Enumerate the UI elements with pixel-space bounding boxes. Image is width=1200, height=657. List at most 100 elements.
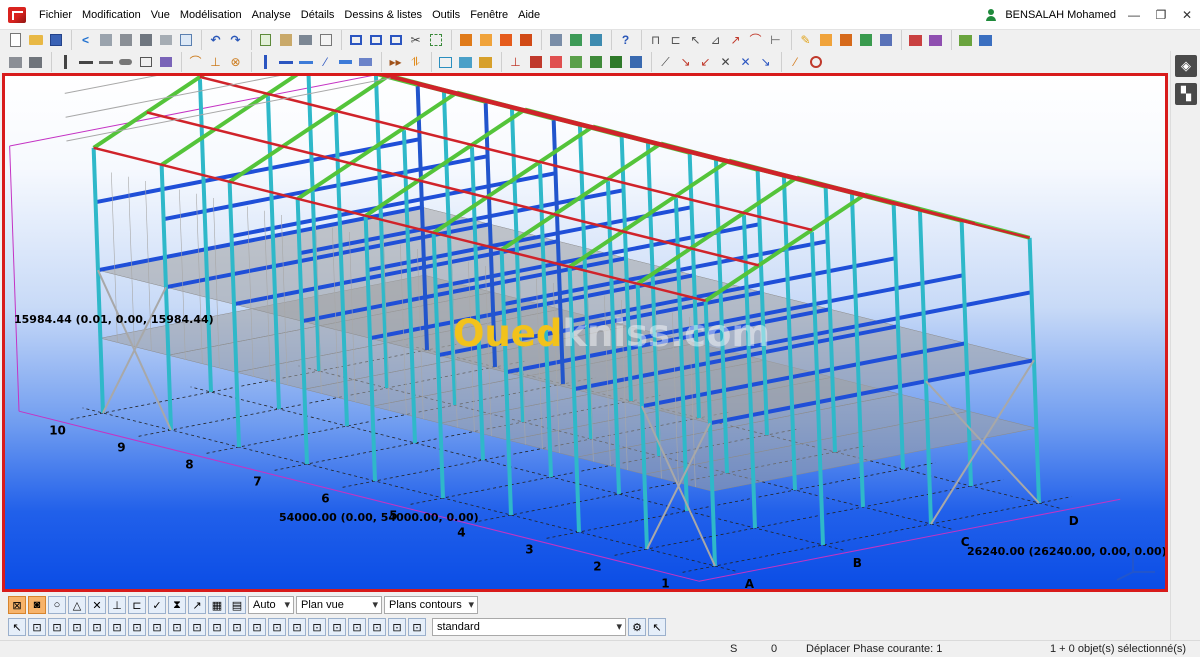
snap-line-icon[interactable]: ⊏ xyxy=(128,596,146,614)
snap7-icon[interactable]: ⊢ xyxy=(766,31,785,50)
snap-plane-icon[interactable]: ▦ xyxy=(208,596,226,614)
concrete-column-icon[interactable] xyxy=(256,53,275,72)
select-filter-icon[interactable] xyxy=(6,53,25,72)
snap-perp-icon[interactable]: ⊥ xyxy=(108,596,126,614)
point4-icon[interactable]: ✕ xyxy=(716,53,735,72)
curved-beam-icon[interactable] xyxy=(116,53,135,72)
component7-icon[interactable] xyxy=(626,53,645,72)
paste-icon[interactable] xyxy=(276,31,295,50)
pointer-icon[interactable]: ↖ xyxy=(648,618,666,636)
snap5-icon[interactable]: ↗ xyxy=(726,31,745,50)
select-3-icon[interactable]: ⊡ xyxy=(68,618,86,636)
select-part-icon[interactable]: ⊡ xyxy=(28,618,46,636)
view-frame-icon[interactable] xyxy=(346,31,365,50)
select-17-icon[interactable]: ⊡ xyxy=(348,618,366,636)
share-icon[interactable]: < xyxy=(76,31,95,50)
component-icon[interactable] xyxy=(156,31,175,50)
snap4-icon[interactable]: ⊿ xyxy=(706,31,725,50)
select-12-icon[interactable]: ⊡ xyxy=(248,618,266,636)
select-14-icon[interactable]: ⊡ xyxy=(288,618,306,636)
component2-icon[interactable] xyxy=(526,53,545,72)
menu-vue[interactable]: Vue xyxy=(146,0,175,30)
model-viewport[interactable]: 1 2 3 4 5 6 7 8 9 10 A B C D Ouedkniss.com 15984.44 (… xyxy=(2,73,1168,592)
poly-beam-icon[interactable] xyxy=(96,53,115,72)
snap-cross-icon[interactable]: ✕ xyxy=(88,596,106,614)
snap-circle-icon[interactable]: ○ xyxy=(48,596,66,614)
select-filter2-icon[interactable] xyxy=(26,53,45,72)
select-5-icon[interactable]: ⊡ xyxy=(108,618,126,636)
drawing3-icon[interactable] xyxy=(496,31,515,50)
pencil-icon[interactable]: ⁄ xyxy=(786,53,805,72)
phase-icon[interactable] xyxy=(856,31,875,50)
select-7-icon[interactable]: ⊡ xyxy=(148,618,166,636)
measure-icon[interactable]: ✎ xyxy=(796,31,815,50)
catalog-icon[interactable] xyxy=(176,31,195,50)
select-8-icon[interactable]: ⊡ xyxy=(168,618,186,636)
select-6-icon[interactable]: ⊡ xyxy=(128,618,146,636)
minimize-button[interactable]: — xyxy=(1122,0,1146,30)
menu-outils[interactable]: Outils xyxy=(427,0,465,30)
snap1-icon[interactable]: ⊓ xyxy=(646,31,665,50)
plate2-icon[interactable] xyxy=(156,53,175,72)
cube-icon[interactable] xyxy=(96,31,115,50)
weld-icon[interactable]: ⊥ xyxy=(206,53,225,72)
snap3-icon[interactable]: ↖ xyxy=(686,31,705,50)
concrete-poly-icon[interactable] xyxy=(296,53,315,72)
select-9-icon[interactable]: ⊡ xyxy=(188,618,206,636)
filter-settings-icon[interactable]: ⚙ xyxy=(628,618,646,636)
snap-arrow-icon[interactable]: ↗ xyxy=(188,596,206,614)
concrete-beam-icon[interactable] xyxy=(276,53,295,72)
numbering-icon[interactable] xyxy=(566,31,585,50)
cut-icon[interactable]: ✂ xyxy=(406,31,425,50)
snap-grid-icon[interactable]: ▤ xyxy=(228,596,246,614)
properties-icon[interactable] xyxy=(316,31,335,50)
view-frame2-icon[interactable] xyxy=(366,31,385,50)
component3-icon[interactable] xyxy=(546,53,565,72)
view-plane-select[interactable]: Plan vue xyxy=(296,596,382,614)
select-16-icon[interactable]: ⊡ xyxy=(328,618,346,636)
concrete-curved-icon[interactable]: ⁄ xyxy=(316,53,335,72)
select-15-icon[interactable]: ⊡ xyxy=(308,618,326,636)
print-icon[interactable] xyxy=(296,31,315,50)
select-19-icon[interactable]: ⊡ xyxy=(388,618,406,636)
grid3-icon[interactable] xyxy=(476,53,495,72)
view-frame3-icon[interactable] xyxy=(386,31,405,50)
help-icon[interactable]: ? xyxy=(616,31,635,50)
beam-icon[interactable] xyxy=(76,53,95,72)
component1-icon[interactable]: ⊥ xyxy=(506,53,525,72)
menu-aide[interactable]: Aide xyxy=(513,0,545,30)
select-4-icon[interactable]: ⊡ xyxy=(88,618,106,636)
component4-icon[interactable] xyxy=(566,53,585,72)
select-11-icon[interactable]: ⊡ xyxy=(228,618,246,636)
user-area[interactable]: BENSALAH Mohamed xyxy=(985,0,1116,30)
menu-fenetre[interactable]: Fenêtre xyxy=(465,0,513,30)
grid2-icon[interactable] xyxy=(456,53,475,72)
restore-button[interactable]: ❐ xyxy=(1149,0,1173,30)
select-2-icon[interactable]: ⊡ xyxy=(48,618,66,636)
contours-select[interactable]: Plans contours xyxy=(384,596,478,614)
snap-triangle-icon[interactable]: △ xyxy=(68,596,86,614)
snap-check-icon[interactable]: ✓ xyxy=(148,596,166,614)
point3-icon[interactable]: ↙ xyxy=(696,53,715,72)
select-all-icon[interactable]: ↖ xyxy=(8,618,26,636)
menu-fichier[interactable]: Fichier xyxy=(34,0,77,30)
layers2-icon[interactable] xyxy=(836,31,855,50)
auto-select[interactable]: Auto xyxy=(248,596,294,614)
snap6-icon[interactable]: ⌒ xyxy=(746,31,765,50)
analysis-icon[interactable] xyxy=(546,31,565,50)
macro-icon[interactable] xyxy=(956,31,975,50)
rebar-icon[interactable]: ▸▸ xyxy=(386,53,405,72)
new-file-icon[interactable] xyxy=(6,31,25,50)
column-icon[interactable] xyxy=(56,53,75,72)
plate-icon[interactable] xyxy=(136,53,155,72)
target-icon[interactable] xyxy=(806,53,825,72)
point1-icon[interactable]: ⟋ xyxy=(656,53,675,72)
undo-icon[interactable]: ↶ xyxy=(206,31,225,50)
menu-modification[interactable]: Modification xyxy=(77,0,146,30)
point5-icon[interactable]: ✕ xyxy=(736,53,755,72)
snap-end-icon[interactable]: ⊠ xyxy=(8,596,26,614)
component5-icon[interactable] xyxy=(586,53,605,72)
save-icon[interactable] xyxy=(46,31,65,50)
drawing2-icon[interactable] xyxy=(476,31,495,50)
drawing-icon[interactable] xyxy=(456,31,475,50)
